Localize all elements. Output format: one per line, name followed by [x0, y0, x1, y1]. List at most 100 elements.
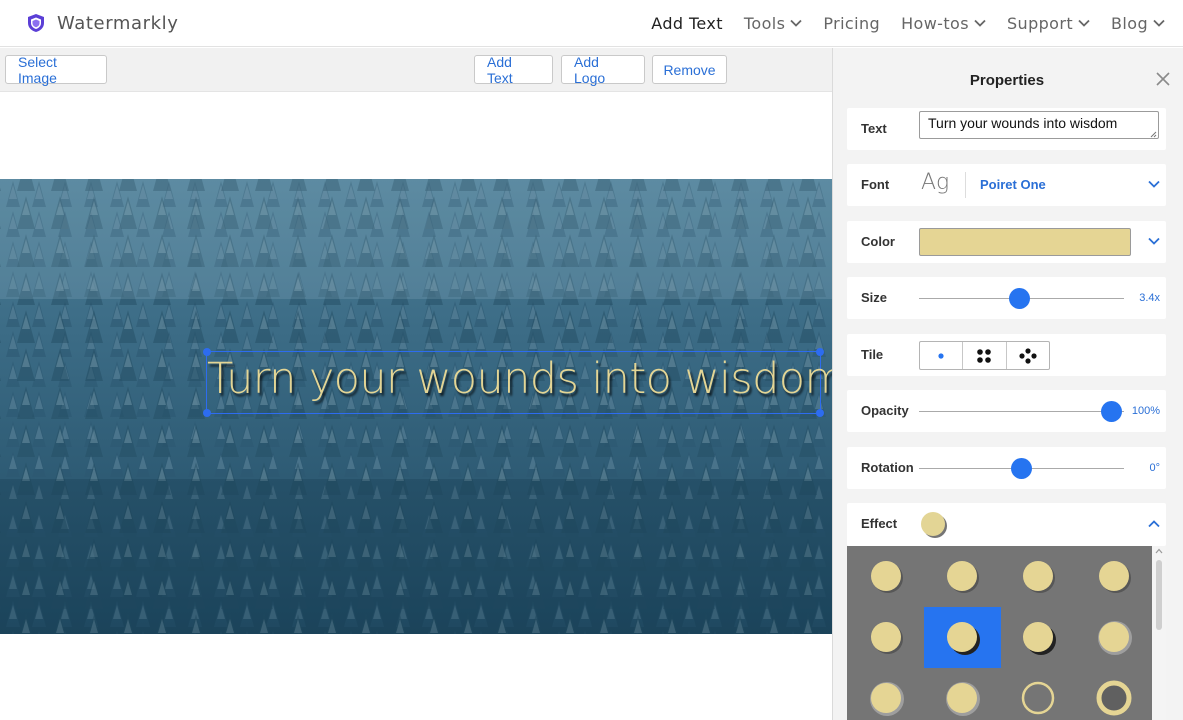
add-logo-button[interactable]: Add Logo	[561, 54, 645, 86]
nav-pricing[interactable]: Pricing	[823, 14, 880, 33]
effect-option[interactable]	[1076, 607, 1153, 668]
scattered-dots-icon	[1019, 347, 1037, 364]
four-dots-icon	[977, 348, 992, 363]
nav-add-text-label: Add Text	[651, 13, 723, 33]
chevron-down-icon	[1153, 19, 1165, 27]
main-nav: Add Text Tools Pricing How-tos Support B…	[630, 0, 1165, 46]
effect-option[interactable]	[1000, 546, 1077, 607]
text-label: Text	[861, 121, 887, 136]
resize-handle-bottom-left[interactable]	[203, 409, 211, 417]
watermark-selection[interactable]: Turn your wounds into wisdom	[203, 348, 832, 417]
single-dot-icon	[938, 352, 944, 359]
chevron-down-icon	[974, 19, 986, 27]
rotation-value: 0°	[1149, 462, 1160, 474]
font-row[interactable]: Font Ag Poiret One	[847, 164, 1166, 206]
rotation-label: Rotation	[861, 460, 914, 475]
photo-image: Turn your wounds into wisdom	[0, 179, 832, 634]
opacity-slider-track[interactable]	[919, 411, 1124, 412]
opacity-value: 100%	[1131, 405, 1160, 417]
nav-how-tos[interactable]: How-tos	[901, 14, 986, 33]
font-label: Font	[861, 177, 890, 192]
properties-panel: Properties Text Turn your wounds into wi…	[832, 48, 1183, 720]
size-slider-thumb[interactable]	[1008, 288, 1030, 309]
effect-option[interactable]	[848, 668, 925, 720]
resize-handle-top-right[interactable]	[816, 348, 824, 356]
watermark-text-input[interactable]: Turn your wounds into wisdom	[919, 111, 1159, 139]
resize-handle-top-left[interactable]	[203, 348, 211, 356]
nav-tools[interactable]: Tools	[744, 14, 802, 33]
nav-blog[interactable]: Blog	[1111, 14, 1165, 33]
effect-option[interactable]	[924, 668, 1001, 720]
rotation-slider-thumb[interactable]	[1011, 458, 1032, 479]
rotation-row: Rotation 0°	[847, 447, 1166, 489]
tile-single-option[interactable]	[920, 342, 964, 369]
color-swatch[interactable]	[919, 228, 1131, 256]
add-text-button[interactable]: Add Text	[474, 54, 553, 86]
effect-swatch-icon	[1023, 622, 1056, 655]
brand[interactable]: Watermarkly	[26, 13, 179, 34]
close-icon[interactable]	[1155, 71, 1171, 87]
effect-label: Effect	[861, 516, 898, 531]
watermark-text[interactable]: Turn your wounds into wisdom	[207, 354, 832, 404]
canvas-area: Turn your wounds into wisdom	[0, 92, 832, 720]
scroll-up-icon[interactable]	[1155, 548, 1163, 554]
effect-option[interactable]	[848, 607, 925, 668]
effect-option[interactable]	[1000, 607, 1077, 668]
effect-swatch-icon	[871, 622, 903, 654]
effect-swatch-icon	[947, 622, 980, 655]
effect-swatch-icon	[871, 561, 903, 593]
nav-support[interactable]: Support	[1007, 14, 1090, 33]
opacity-row: Opacity 100%	[847, 390, 1166, 432]
nav-pricing-label: Pricing	[823, 13, 881, 33]
font-sample: Ag	[921, 170, 950, 195]
opacity-label: Opacity	[861, 403, 909, 418]
effect-row[interactable]: Effect	[847, 503, 1166, 546]
scroll-thumb[interactable]	[1156, 560, 1162, 630]
nav-blog-label: Blog	[1111, 13, 1148, 33]
opacity-slider-thumb[interactable]	[1101, 401, 1123, 422]
effect-option[interactable]	[924, 607, 1001, 668]
effect-option[interactable]	[848, 546, 925, 607]
divider	[965, 172, 966, 198]
chevron-up-icon[interactable]	[1148, 520, 1160, 528]
effect-option[interactable]	[1076, 668, 1153, 720]
nav-support-label: Support	[1006, 13, 1074, 33]
effect-swatch-icon	[946, 682, 980, 716]
resize-handle-bottom-right[interactable]	[816, 409, 824, 417]
effect-swatch-icon	[1096, 680, 1132, 716]
effect-option[interactable]	[924, 546, 1001, 607]
tile-grid-option[interactable]	[963, 342, 1007, 369]
scrollbar[interactable]	[1152, 546, 1166, 720]
chevron-down-icon[interactable]	[1148, 237, 1160, 245]
editor-toolbar: Select Image Add Text Add Logo Remove	[0, 48, 832, 92]
text-row: Text Turn your wounds into wisdom	[847, 108, 1166, 150]
remove-button[interactable]: Remove	[652, 55, 727, 84]
tile-options	[919, 341, 1050, 370]
top-nav: Watermarkly Add Text Tools Pricing How-t…	[0, 0, 1183, 47]
font-name[interactable]: Poiret One	[980, 164, 1046, 206]
tile-label: Tile	[861, 347, 884, 362]
effect-option[interactable]	[1000, 668, 1077, 720]
color-label: Color	[861, 234, 895, 249]
brand-name: Watermarkly	[57, 12, 179, 34]
chevron-down-icon	[790, 19, 802, 27]
nav-add-text[interactable]: Add Text	[651, 14, 723, 33]
resize-grip-icon	[1150, 131, 1157, 138]
effect-option[interactable]	[1076, 546, 1153, 607]
shield-icon	[28, 14, 44, 32]
nav-tools-label: Tools	[743, 13, 786, 33]
tile-scatter-option[interactable]	[1007, 342, 1049, 369]
nav-how-tos-label: How-tos	[901, 13, 969, 33]
effect-swatch-icon	[1098, 621, 1132, 655]
size-label: Size	[861, 290, 888, 305]
color-row: Color	[847, 221, 1166, 263]
select-image-button[interactable]: Select Image	[5, 54, 107, 86]
size-row: Size 3.4x	[847, 277, 1166, 319]
effect-swatch-icon	[1099, 561, 1131, 593]
size-value: 3.4x	[1139, 292, 1160, 304]
effect-preview-icon	[921, 512, 947, 538]
effect-swatch-icon	[870, 682, 904, 716]
effect-swatch-icon	[1023, 561, 1055, 593]
chevron-down-icon[interactable]	[1148, 180, 1160, 188]
effect-options-grid	[847, 546, 1166, 720]
